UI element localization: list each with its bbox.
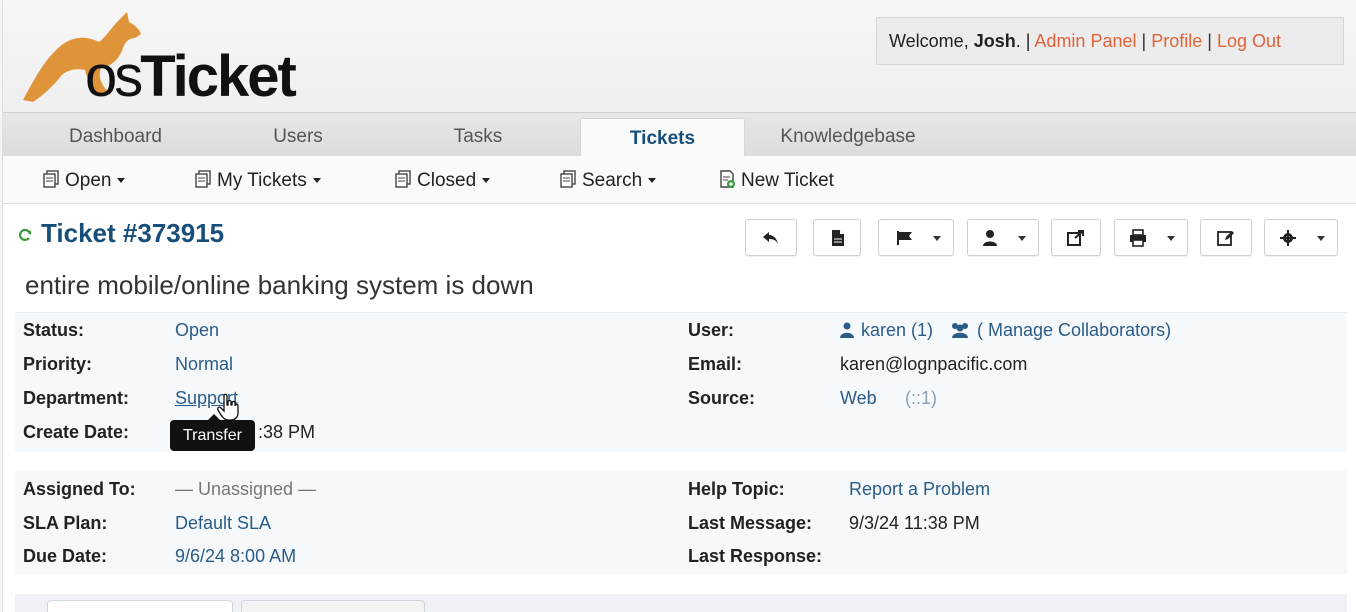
hand-cursor-icon bbox=[217, 393, 239, 421]
subnav-closed-label: Closed bbox=[417, 170, 477, 191]
edit-button[interactable] bbox=[1200, 219, 1252, 256]
reply-icon bbox=[763, 232, 778, 244]
subnav-new-ticket[interactable]: New Ticket bbox=[717, 156, 834, 204]
chevron-down-icon bbox=[312, 178, 321, 183]
refresh-icon[interactable] bbox=[17, 227, 33, 243]
welcome-suffix: . | bbox=[1015, 31, 1031, 51]
tab-knowledgebase[interactable]: Knowledgebase bbox=[763, 113, 933, 157]
assigned-to-label: Assigned To: bbox=[23, 479, 136, 499]
create-date-value: :38 PM bbox=[258, 422, 316, 442]
user-icon bbox=[840, 322, 854, 338]
subnav-new-ticket-label: New Ticket bbox=[741, 170, 834, 191]
chevron-down-icon bbox=[1018, 236, 1026, 241]
print-document-button[interactable] bbox=[813, 219, 861, 256]
assign-button[interactable] bbox=[967, 219, 1039, 256]
page: osTicket Welcome, Josh. | Admin Panel | … bbox=[2, 0, 1356, 612]
tickets-icon bbox=[560, 170, 576, 188]
user-icon bbox=[983, 230, 997, 246]
department-label: Department: bbox=[23, 388, 130, 408]
subnav-my-tickets-label: My Tickets bbox=[217, 170, 307, 191]
logo-text: osTicket bbox=[85, 44, 297, 109]
osticket-logo[interactable]: osTicket bbox=[15, 8, 305, 108]
separator: | bbox=[1207, 31, 1212, 51]
source-value: Web bbox=[840, 388, 877, 408]
email-value: karen@lognpacific.com bbox=[840, 354, 1028, 374]
chevron-down-icon bbox=[117, 178, 126, 183]
subnav-open-label: Open bbox=[65, 170, 112, 191]
admin-panel-link[interactable]: Admin Panel bbox=[1034, 31, 1136, 51]
tickets-icon bbox=[395, 170, 411, 188]
chevron-down-icon bbox=[1317, 236, 1325, 241]
sla-plan-label: SLA Plan: bbox=[23, 513, 108, 533]
subnav-search[interactable]: Search bbox=[558, 156, 657, 204]
ticket-title[interactable]: Ticket #373915 bbox=[41, 218, 224, 249]
ticket-subject: entire mobile/online banking system is d… bbox=[25, 270, 534, 300]
subnav-open[interactable]: Open bbox=[41, 156, 126, 204]
header: osTicket Welcome, Josh. | Admin Panel | … bbox=[3, 0, 1356, 112]
manage-collaborators-link[interactable]: ( Manage Collaborators) bbox=[977, 320, 1171, 341]
status-label: Status: bbox=[23, 320, 85, 340]
collaborators-icon bbox=[952, 323, 968, 338]
chevron-down-icon bbox=[933, 236, 941, 241]
more-settings-button[interactable] bbox=[1264, 219, 1338, 256]
source-ip: (::1) bbox=[905, 388, 938, 408]
welcome-user: Josh bbox=[973, 31, 1016, 51]
subnav-closed[interactable]: Closed bbox=[393, 156, 491, 204]
separator: | bbox=[1141, 31, 1147, 51]
logout-link[interactable]: Log Out bbox=[1217, 31, 1281, 51]
flag-icon bbox=[897, 231, 912, 245]
tab-dashboard[interactable]: Dashboard bbox=[43, 113, 188, 157]
chevron-down-icon bbox=[1167, 236, 1175, 241]
user-link[interactable]: karen (1) bbox=[861, 320, 933, 341]
assigned-to-value: — Unassigned — bbox=[175, 479, 317, 499]
priority-label: Priority: bbox=[23, 354, 93, 374]
last-response-label: Last Response: bbox=[688, 546, 823, 566]
new-ticket-icon bbox=[720, 170, 735, 188]
share-icon bbox=[1067, 230, 1084, 246]
welcome-prefix: Welcome, bbox=[889, 31, 974, 51]
create-date-label: Create Date: bbox=[23, 422, 130, 442]
profile-link[interactable]: Profile bbox=[1151, 31, 1202, 51]
printer-icon bbox=[1130, 229, 1146, 247]
last-message-value: 9/3/24 11:38 PM bbox=[849, 513, 980, 533]
reply-button[interactable] bbox=[745, 219, 797, 256]
subnav-my-tickets[interactable]: My Tickets bbox=[193, 156, 321, 204]
gear-icon bbox=[1280, 230, 1296, 246]
transfer-tooltip: Transfer bbox=[170, 414, 255, 451]
priority-value: Normal bbox=[175, 354, 234, 374]
main-nav: Dashboard Users Tasks Tickets Knowledgeb… bbox=[3, 112, 1356, 158]
user-label: User: bbox=[688, 320, 735, 340]
tab-tickets[interactable]: Tickets bbox=[580, 118, 745, 158]
print-button[interactable] bbox=[1114, 219, 1188, 256]
chevron-down-icon bbox=[482, 178, 491, 183]
email-label: Email: bbox=[688, 354, 743, 374]
tab-users[interactable]: Users bbox=[248, 113, 348, 157]
tab-tasks-thread[interactable] bbox=[241, 600, 425, 612]
edit-icon bbox=[1217, 231, 1234, 246]
chevron-down-icon bbox=[648, 178, 657, 183]
welcome-box: Welcome, Josh. | Admin Panel | Profile |… bbox=[876, 17, 1344, 65]
sub-nav: Open My Tickets Closed Search New Ticket bbox=[3, 156, 1356, 204]
due-date-value: 9/6/24 8:00 AM bbox=[175, 546, 297, 566]
tab-thread[interactable] bbox=[47, 600, 233, 612]
due-date-label: Due Date: bbox=[23, 546, 108, 566]
help-topic-value: Report a Problem bbox=[849, 479, 991, 499]
source-label: Source: bbox=[688, 388, 756, 408]
subnav-search-label: Search bbox=[582, 170, 643, 191]
sla-plan-value: Default SLA bbox=[175, 513, 272, 533]
document-icon bbox=[832, 230, 844, 246]
tab-tasks[interactable]: Tasks bbox=[433, 113, 523, 157]
last-message-label: Last Message: bbox=[688, 513, 813, 533]
status-value: Open bbox=[175, 320, 220, 340]
transfer-button[interactable] bbox=[1051, 219, 1101, 256]
help-topic-label: Help Topic: bbox=[688, 479, 785, 499]
tickets-icon bbox=[43, 170, 59, 188]
tickets-icon bbox=[195, 170, 211, 188]
flag-button[interactable] bbox=[878, 219, 954, 256]
